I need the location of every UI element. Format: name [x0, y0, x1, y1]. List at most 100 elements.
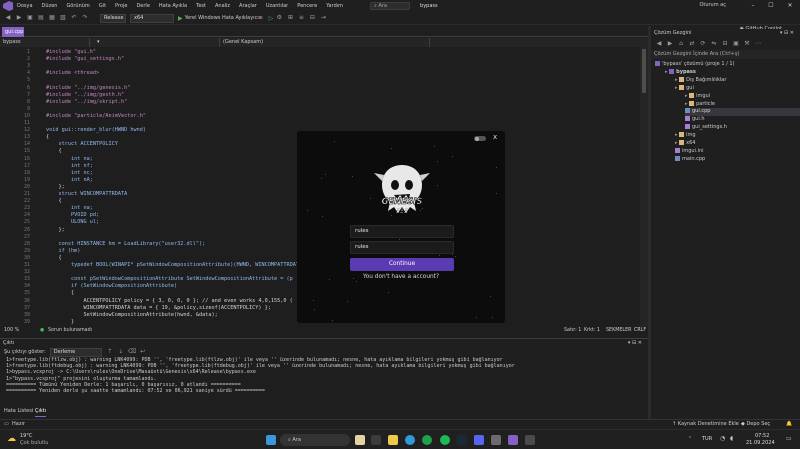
file-explorer-icon[interactable] [388, 435, 398, 445]
menu-project[interactable]: Proje [115, 3, 127, 9]
continue-button[interactable]: Continue [350, 258, 454, 271]
volume-icon[interactable]: ◖ [730, 435, 733, 442]
se-back-icon[interactable]: ◀ [655, 40, 663, 48]
se-preview-icon[interactable]: ⋯ [754, 40, 762, 48]
weather-temp[interactable]: 19°C [20, 433, 32, 439]
widgets-icon[interactable] [355, 435, 365, 445]
word-wrap-icon[interactable]: ↩ [139, 348, 147, 356]
tree-item[interactable]: imgui.ini [675, 147, 704, 156]
menu-window[interactable]: Pencere [297, 3, 317, 9]
tree-item[interactable]: ▸ img [675, 132, 696, 140]
steam-icon[interactable] [457, 435, 467, 445]
menu-tools[interactable]: Araçlar [239, 3, 257, 9]
zoom-level[interactable]: 100 % [4, 327, 19, 335]
search-box[interactable]: ⌕ Ara [370, 2, 411, 10]
forward-icon[interactable]: ▶ [15, 14, 23, 22]
edge-icon[interactable] [405, 435, 415, 445]
run-target-label[interactable]: Yerel Windows Hata Ayıklayıcısı [185, 15, 263, 21]
app-icon[interactable] [491, 435, 501, 445]
se-sync-icon[interactable]: ⇋ [710, 40, 718, 48]
tree-item[interactable]: ▸ imgui [685, 92, 710, 101]
new-file-icon[interactable]: ▣ [26, 14, 34, 22]
sign-in-link[interactable]: Oturum aç [699, 2, 726, 8]
tree-item[interactable]: ▸ x64 [675, 140, 695, 148]
menu-view[interactable]: Görünüm [66, 3, 89, 9]
toolbar-icon-a[interactable]: ⚙ [275, 14, 283, 22]
platform-select[interactable]: x64 [130, 13, 174, 23]
tab-error-list[interactable]: Hata Listesi [4, 407, 33, 416]
se-forward-icon[interactable]: ▶ [666, 40, 674, 48]
se-show-all-icon[interactable]: ▣ [732, 40, 740, 48]
tree-item[interactable]: ▸ Dış Bağımlılıklar [675, 76, 726, 85]
eol-indicator[interactable]: CRLF [634, 327, 646, 335]
source-control-button[interactable]: ↑ Kaynak Denetimine Ekle [672, 420, 739, 429]
toolbar-icon-c[interactable]: ≡ [297, 14, 305, 22]
notification-center-icon[interactable]: ▭ [786, 435, 792, 442]
menu-build[interactable]: Derle [136, 3, 149, 9]
clock-date[interactable]: 21.09.2024 [746, 440, 775, 446]
tree-item[interactable]: ▸ gui [675, 84, 694, 93]
save-icon[interactable]: ▦ [48, 14, 56, 22]
start-menu-icon[interactable] [266, 435, 276, 445]
discord-icon[interactable] [474, 435, 484, 445]
network-icon[interactable]: ◔ [720, 435, 725, 442]
tree-item[interactable]: ▸ particle [685, 100, 715, 109]
issues-status[interactable]: Sorun bulunamadı [48, 327, 92, 335]
notification-icon[interactable]: 🔔 [786, 420, 792, 429]
username-field[interactable]: rules [350, 225, 454, 238]
select-repo-button[interactable]: ◆ Depo Seç [741, 420, 770, 429]
se-switch-views-icon[interactable]: ⇄ [688, 40, 696, 48]
toolbar-icon-d[interactable]: ⊟ [308, 14, 316, 22]
tree-item[interactable]: gui.h [685, 116, 705, 124]
pane-controls-icon[interactable]: ▾ ⊟ ✕ [780, 29, 794, 38]
menu-extensions[interactable]: Uzantılar [266, 3, 288, 9]
redo-icon[interactable]: ↷ [81, 14, 89, 22]
save-all-icon[interactable]: ▧ [59, 14, 67, 22]
menu-git[interactable]: Git [99, 3, 106, 9]
password-field[interactable]: rules [350, 241, 454, 254]
taskbar-search[interactable]: ⌕ Ara [280, 434, 350, 446]
maximize-button[interactable]: ☐ [762, 0, 780, 12]
terminal-icon[interactable] [525, 435, 535, 445]
tray-overflow-icon[interactable]: ⌃ [688, 436, 692, 442]
menu-debug[interactable]: Hata Ayıkla [159, 3, 187, 9]
clear-output-icon[interactable]: ⌫ [128, 348, 136, 356]
menu-file[interactable]: Dosya [17, 3, 33, 9]
theme-toggle[interactable] [474, 136, 486, 141]
tree-item[interactable]: main.cpp [675, 155, 705, 164]
spotify-icon[interactable] [440, 435, 450, 445]
scrollbar-thumb[interactable] [642, 49, 646, 93]
start-debug-icon[interactable]: ▶ [178, 15, 183, 22]
visual-studio-taskbar-icon[interactable] [508, 435, 518, 445]
output-toolbar-icon-b[interactable]: ⇣ [117, 348, 125, 356]
se-properties-icon[interactable]: ⚒ [743, 40, 751, 48]
tree-item[interactable]: gui_settings.h [685, 124, 727, 132]
configuration-select[interactable]: Release [100, 13, 126, 23]
project-dropdown[interactable]: bypass [0, 38, 90, 47]
output-text[interactable]: 1>freetype.lib(ftlzw.obj) : warning LNK4… [0, 357, 640, 407]
close-login-button[interactable]: x [493, 133, 497, 141]
tree-item[interactable]: 'bypass' çözümü (proje 1 / 1) [655, 61, 735, 69]
start-without-debug-icon[interactable]: ▷ [269, 15, 274, 22]
menu-analyze[interactable]: Analiz [215, 3, 230, 9]
chrome-icon[interactable] [422, 435, 432, 445]
solution-explorer-search[interactable]: Çözüm Gezgini İçinde Ara (Ctrl+ş) [651, 50, 800, 59]
tab-output[interactable]: Çıktı [35, 407, 47, 417]
minimize-button[interactable]: – [744, 0, 762, 12]
indent-indicator[interactable]: SEKMELER [606, 327, 631, 335]
tab-gui-cpp[interactable]: gui.cpp × [2, 27, 24, 45]
close-window-button[interactable]: ✕ [781, 0, 799, 12]
menu-edit[interactable]: Düzen [42, 3, 58, 9]
output-source-select[interactable]: Derleme [49, 347, 102, 357]
tree-item[interactable]: gui.cpp [685, 108, 800, 116]
no-account-link[interactable]: You don't have a account? [297, 274, 505, 280]
se-collapse-icon[interactable]: ⊟ [721, 40, 729, 48]
toolbar-icon-e[interactable]: ⇥ [319, 14, 327, 22]
weather-desc[interactable]: Çok bulutlu [20, 440, 48, 446]
menu-test[interactable]: Test [196, 3, 206, 9]
editor-vertical-scrollbar[interactable] [640, 47, 648, 327]
menu-help[interactable]: Yardım [326, 3, 343, 9]
clock-time[interactable]: 07:52 [755, 433, 769, 439]
back-icon[interactable]: ◀ [4, 14, 12, 22]
tree-item[interactable]: ▸ bypass [665, 68, 696, 77]
